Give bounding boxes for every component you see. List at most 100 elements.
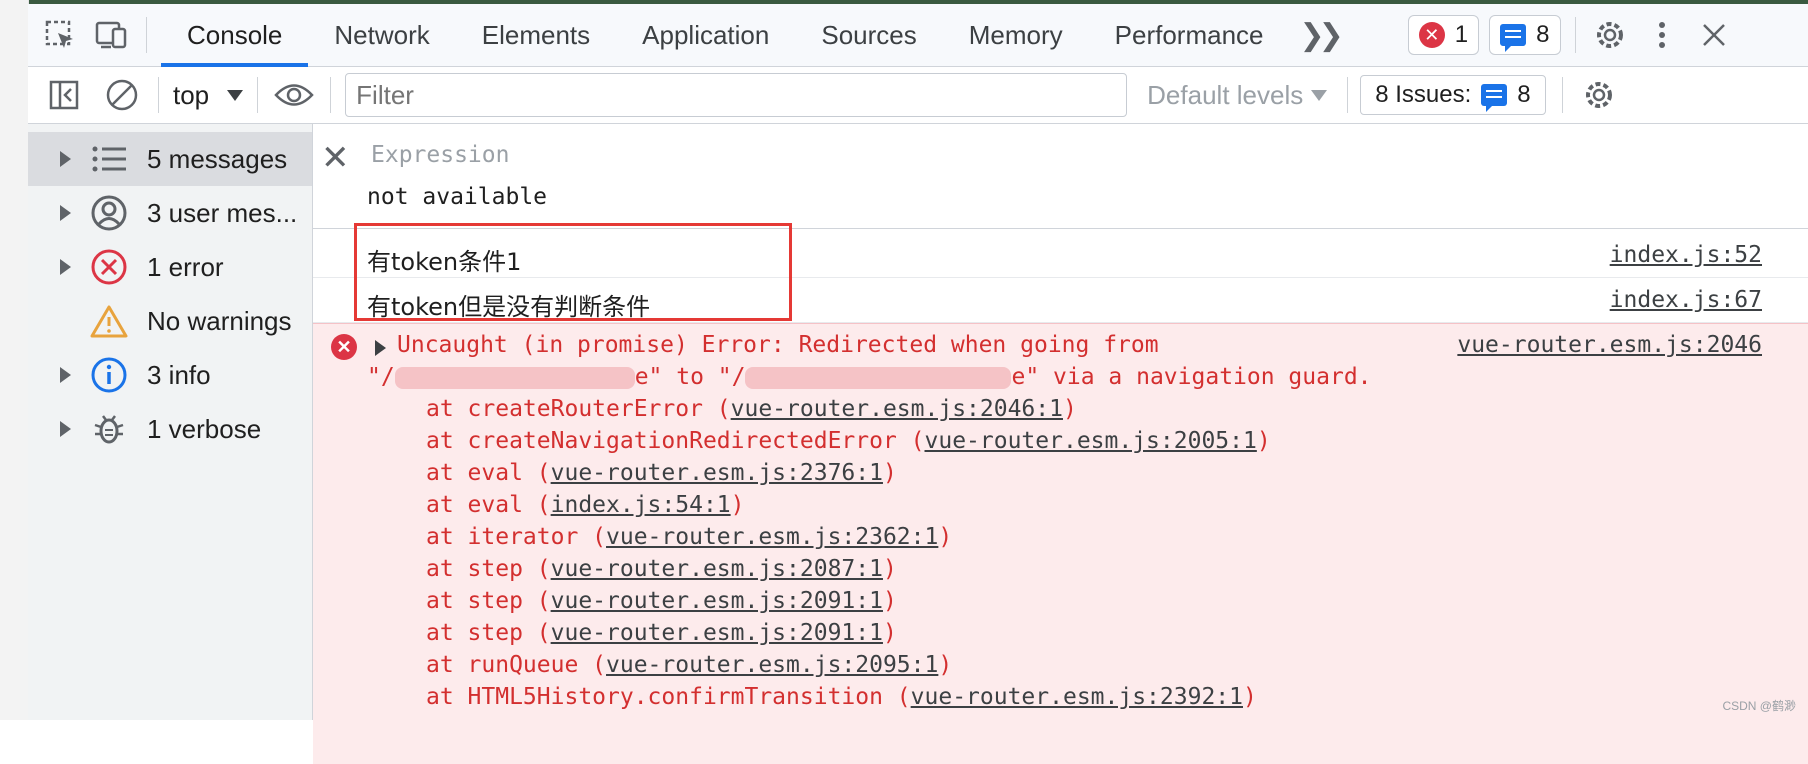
user-icon xyxy=(89,193,129,233)
close-expression-icon[interactable]: ✕ xyxy=(321,138,350,178)
stack-frame-link[interactable]: vue-router.esm.js:2376:1 xyxy=(551,460,883,486)
clear-console-icon[interactable] xyxy=(100,73,144,117)
stack-frame: at iterator (vue-router.esm.js:2362:1) xyxy=(426,524,953,550)
expand-arrow-icon xyxy=(60,205,71,221)
expression-input[interactable]: Expression xyxy=(371,142,509,168)
redacted-path xyxy=(394,366,635,389)
chevron-down-icon xyxy=(227,89,244,101)
sidebar-toggle-icon[interactable] xyxy=(42,73,86,117)
list-icon xyxy=(89,139,129,179)
sidebar-item-errors[interactable]: 1 error xyxy=(28,240,312,294)
stack-frame: at runQueue (vue-router.esm.js:2095:1) xyxy=(426,652,953,678)
sidebar-item-messages[interactable]: 5 messages xyxy=(28,132,312,186)
log-source-link[interactable]: index.js:67 xyxy=(1610,287,1762,313)
toolbar-separator xyxy=(257,77,259,113)
stack-frame-link[interactable]: vue-router.esm.js:2087:1 xyxy=(551,556,883,582)
info-icon xyxy=(89,355,129,395)
console-sidebar: 5 messages 3 user mes... 1 error No warn… xyxy=(28,124,313,720)
sidebar-item-label: 5 messages xyxy=(147,143,288,174)
tab-sources[interactable]: Sources xyxy=(795,4,942,66)
error-message: Uncaught (in promise) Error: Redirected … xyxy=(397,332,1159,358)
error-source-link[interactable]: vue-router.esm.js:2046 xyxy=(1457,332,1762,358)
stack-frame-link[interactable]: index.js:54:1 xyxy=(551,492,731,518)
tab-console[interactable]: Console xyxy=(161,4,309,67)
filter-input[interactable] xyxy=(345,73,1128,117)
expand-arrow-icon xyxy=(60,367,71,383)
redacted-path xyxy=(745,366,1012,389)
message-icon xyxy=(1500,24,1527,52)
sidebar-item-label: 3 user mes... xyxy=(147,197,298,228)
issues-label: 8 Issues: xyxy=(1375,81,1472,108)
sidebar-item-label: 1 verbose xyxy=(147,413,262,444)
live-expression-eye-icon[interactable] xyxy=(272,73,316,117)
sidebar-item-warnings[interactable]: No warnings xyxy=(28,294,312,348)
expand-arrow-icon xyxy=(60,421,71,437)
error-icon: ✕ xyxy=(1418,22,1445,48)
toolbar-separator xyxy=(146,17,147,53)
expand-arrow-icon xyxy=(60,151,71,167)
bug-icon xyxy=(89,409,129,449)
highlight-annotation-box xyxy=(354,223,792,321)
toolbar-separator xyxy=(158,77,159,113)
stack-frame-link[interactable]: vue-router.esm.js:2091:1 xyxy=(551,620,883,646)
stack-frame: at createRouterError (vue-router.esm.js:… xyxy=(426,396,1077,422)
error-count: 1 xyxy=(1454,21,1469,48)
warning-icon xyxy=(89,301,129,341)
stack-frame-link[interactable]: vue-router.esm.js:2091:1 xyxy=(551,588,883,614)
error-icon: ✕ xyxy=(331,334,357,360)
toolbar-separator xyxy=(1574,17,1576,53)
more-tabs-icon[interactable]: ❯❯ xyxy=(1300,18,1344,53)
tab-network[interactable]: Network xyxy=(308,4,455,66)
expand-arrow-icon xyxy=(60,259,71,275)
chevron-down-icon xyxy=(1311,89,1328,101)
stack-frame-link[interactable]: vue-router.esm.js:2046:1 xyxy=(731,396,1063,422)
context-label: top xyxy=(173,79,210,110)
devtools-tabbar: Console Network Elements Application Sou… xyxy=(28,4,1808,67)
tab-performance[interactable]: Performance xyxy=(1089,4,1290,66)
stack-frame: at createNavigationRedirectedError (vue-… xyxy=(426,428,1271,454)
stack-frame: at step (vue-router.esm.js:2087:1) xyxy=(426,556,897,582)
stack-frame: at eval (vue-router.esm.js:2376:1) xyxy=(426,460,897,486)
watermark: CSDN @鹤渺 xyxy=(1722,699,1796,713)
stack-frame: at step (vue-router.esm.js:2091:1) xyxy=(426,620,897,646)
sidebar-item-info[interactable]: 3 info xyxy=(28,348,312,402)
close-devtools-icon[interactable] xyxy=(1694,15,1734,55)
context-selector[interactable]: top xyxy=(173,79,244,111)
message-count-badge[interactable]: 8 xyxy=(1489,15,1561,55)
live-expression: ✕ Expression not available xyxy=(313,124,1808,229)
stack-frame: at step (vue-router.esm.js:2091:1) xyxy=(426,588,897,614)
expand-arrow-placeholder xyxy=(60,313,71,329)
error-count-badge[interactable]: ✕ 1 xyxy=(1407,15,1480,55)
stack-frame-link[interactable]: vue-router.esm.js:2005:1 xyxy=(925,428,1257,454)
left-edge-strip xyxy=(0,0,29,720)
log-levels-dropdown[interactable]: Default levels xyxy=(1147,79,1328,111)
stack-frame: at eval (index.js:54:1) xyxy=(426,492,745,518)
log-levels-label: Default levels xyxy=(1147,79,1304,110)
expand-arrow-icon[interactable] xyxy=(375,340,386,356)
message-icon xyxy=(1481,84,1508,112)
kebab-menu-icon[interactable] xyxy=(1642,15,1682,55)
device-toolbar-icon[interactable] xyxy=(92,15,132,55)
error-message-line2: "/e" to "/e" via a navigation guard. xyxy=(367,364,1372,390)
console-output: ✕ Expression not available 有token条件1 ind… xyxy=(313,124,1808,764)
error-icon xyxy=(89,247,129,287)
toolbar-separator xyxy=(1347,77,1349,113)
issues-count: 8 xyxy=(1517,81,1531,108)
inspect-element-icon[interactable] xyxy=(40,15,80,55)
tab-application[interactable]: Application xyxy=(616,4,795,66)
toolbar-separator xyxy=(1561,77,1563,113)
tab-memory[interactable]: Memory xyxy=(943,4,1089,66)
stack-frame-link[interactable]: vue-router.esm.js:2095:1 xyxy=(606,652,938,678)
tab-elements[interactable]: Elements xyxy=(456,4,616,66)
console-settings-gear-icon[interactable] xyxy=(1577,73,1621,117)
log-source-link[interactable]: index.js:52 xyxy=(1610,242,1762,268)
sidebar-item-label: 3 info xyxy=(147,359,211,390)
error-message-block: ✕ Uncaught (in promise) Error: Redirecte… xyxy=(313,323,1808,764)
stack-frame-link[interactable]: vue-router.esm.js:2362:1 xyxy=(606,524,938,550)
toolbar-separator xyxy=(330,77,332,113)
stack-frame-link[interactable]: vue-router.esm.js:2392:1 xyxy=(911,684,1243,710)
settings-gear-icon[interactable] xyxy=(1590,15,1630,55)
sidebar-item-user-messages[interactable]: 3 user mes... xyxy=(28,186,312,240)
sidebar-item-verbose[interactable]: 1 verbose xyxy=(28,402,312,456)
issues-button[interactable]: 8 Issues: 8 xyxy=(1360,75,1546,115)
